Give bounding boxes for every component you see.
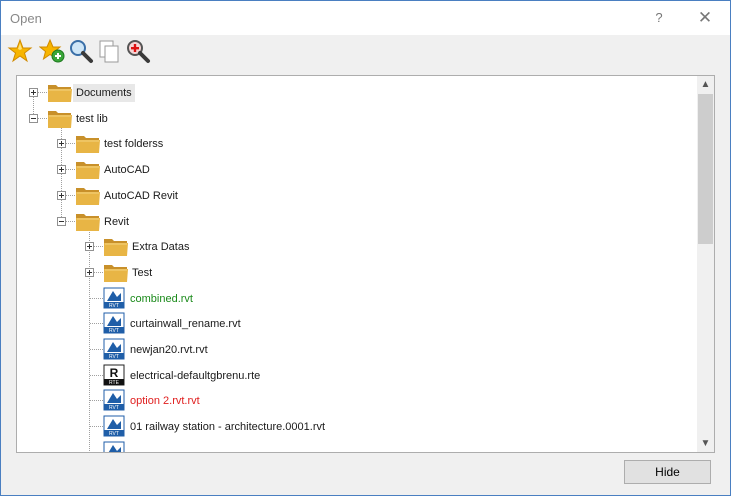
file-label[interactable]: option 2.rvt.rvt — [127, 392, 203, 410]
copy-pages-icon — [99, 40, 119, 63]
revit-file-icon: RVT — [103, 312, 125, 334]
tree-folder-row[interactable]: AutoCAD Revit — [17, 182, 693, 208]
svg-text:R: R — [110, 366, 119, 380]
folder-icon — [76, 213, 100, 231]
tree-folder-row[interactable]: AutoCAD — [17, 156, 693, 182]
folder-label[interactable]: Test — [129, 264, 155, 282]
revit-file-icon: RVT — [103, 415, 125, 437]
help-button[interactable]: ? — [649, 10, 669, 28]
tree-folder-row[interactable]: Extra Datas — [17, 233, 693, 259]
tree-folder-row[interactable]: Documents — [17, 79, 693, 105]
tree-connector — [90, 297, 103, 299]
folder-icon — [104, 239, 128, 257]
svg-text:RVT: RVT — [109, 405, 119, 411]
file-label[interactable]: curtainwall_rename.rvt — [127, 315, 244, 333]
title-bar: Open ? ✕ — [1, 1, 730, 35]
expand-plus-icon[interactable] — [57, 165, 66, 175]
tree-connector — [90, 400, 103, 402]
file-tree[interactable]: Documents test lib test folderss AutoCAD Aut… — [16, 75, 715, 453]
folder-label[interactable]: AutoCAD Revit — [101, 187, 181, 205]
expander-bar — [89, 269, 90, 275]
revit-file-icon: RVT — [103, 389, 125, 411]
file-label[interactable]: combined.rvt — [127, 290, 196, 308]
folder-icon — [76, 136, 100, 154]
tree-file-row[interactable]: RVT — [17, 439, 693, 452]
expander-bar — [61, 141, 62, 147]
tree-file-row[interactable]: RVT option 2.rvt.rvt — [17, 387, 693, 413]
file-label[interactable]: newjan20.rvt.rvt — [127, 341, 211, 359]
folder-icon — [76, 162, 100, 180]
revit-file-icon: RVT — [103, 287, 125, 309]
favorites-button[interactable] — [7, 38, 33, 64]
zoom-button[interactable] — [125, 38, 151, 64]
svg-text:RTE: RTE — [109, 380, 120, 386]
revit-file-icon: RVT — [103, 338, 125, 360]
revit-template-icon: RRTE — [103, 364, 125, 386]
folder-label[interactable]: Documents — [73, 84, 135, 102]
toolbar — [1, 35, 730, 69]
tree-content: Documents test lib test folderss AutoCAD Aut… — [17, 76, 697, 452]
svg-text:RVT: RVT — [109, 431, 119, 437]
tree-connector — [90, 349, 103, 350]
tree-connector — [90, 426, 103, 428]
expand-plus-icon[interactable] — [57, 190, 66, 200]
tree-connector — [90, 374, 103, 376]
hide-button[interactable]: Hide — [624, 460, 711, 484]
tree-folder-row[interactable]: test folderss — [17, 130, 693, 156]
expander-bar — [61, 192, 62, 198]
file-label[interactable]: electrical-defaultgbrenu.rte — [127, 367, 263, 385]
tree-file-row[interactable]: R RTE electrical-defaultgbrenu.rte — [17, 362, 693, 388]
vertical-scrollbar[interactable]: ▲ ▼ — [697, 76, 714, 452]
file-label[interactable] — [127, 444, 133, 448]
tree-connector — [90, 323, 103, 325]
tree-file-row[interactable]: RVT newjan20.rvt.rvt — [17, 336, 693, 362]
add-favorite-button[interactable] — [38, 38, 65, 64]
folder-label[interactable]: Revit — [101, 213, 132, 231]
file-label[interactable]: 01 railway station - architecture.0001.r… — [127, 418, 328, 436]
star-icon — [7, 38, 33, 63]
folder-label[interactable]: test folderss — [101, 135, 166, 153]
folder-icon — [76, 187, 100, 205]
revit-file-icon: RVT — [103, 441, 125, 452]
copy-button[interactable] — [97, 38, 123, 64]
folder-label[interactable]: Extra Datas — [129, 238, 192, 256]
scroll-down-button[interactable]: ▼ — [697, 435, 714, 452]
add-favorite-icon — [38, 38, 65, 63]
tree-file-row[interactable]: RVT 01 railway station - architecture.000… — [17, 413, 693, 439]
close-button[interactable]: ✕ — [693, 7, 717, 29]
tree-folder-row[interactable]: test lib — [17, 105, 693, 131]
dialog-title: Open — [10, 11, 42, 26]
expander-bar — [61, 167, 62, 173]
folder-icon — [48, 110, 72, 128]
folder-icon — [48, 85, 72, 102]
tree-file-row[interactable]: RVT curtainwall_rename.rvt — [17, 310, 693, 336]
expand-plus-icon[interactable] — [29, 88, 38, 97]
folder-icon — [104, 264, 128, 282]
expander-bar — [33, 90, 34, 95]
collapse-minus-icon[interactable] — [29, 113, 38, 123]
svg-text:RVT: RVT — [109, 303, 119, 309]
expander-bar — [89, 244, 90, 250]
folder-label[interactable]: AutoCAD — [101, 161, 153, 179]
tree-file-row[interactable]: RVT combined.rvt — [17, 285, 693, 311]
search-icon — [70, 40, 93, 63]
expander-bar — [31, 117, 36, 119]
search-button[interactable] — [68, 38, 94, 64]
folder-label[interactable]: test lib — [73, 110, 111, 128]
scroll-up-button[interactable]: ▲ — [697, 76, 714, 93]
scroll-thumb[interactable] — [698, 94, 713, 244]
expand-plus-icon[interactable] — [85, 267, 94, 277]
expander-bar — [59, 220, 64, 222]
expand-plus-icon[interactable] — [57, 139, 66, 149]
svg-text:RVT: RVT — [109, 328, 119, 334]
zoom-in-icon — [127, 40, 150, 63]
tree-folder-row[interactable]: Test — [17, 259, 693, 285]
expand-plus-icon[interactable] — [85, 242, 94, 252]
svg-text:RVT: RVT — [109, 354, 119, 360]
open-dialog: Open ? ✕ Documents test lib test folders… — [0, 0, 731, 496]
tree-folder-row[interactable]: Revit — [17, 208, 693, 234]
collapse-minus-icon[interactable] — [57, 216, 66, 226]
